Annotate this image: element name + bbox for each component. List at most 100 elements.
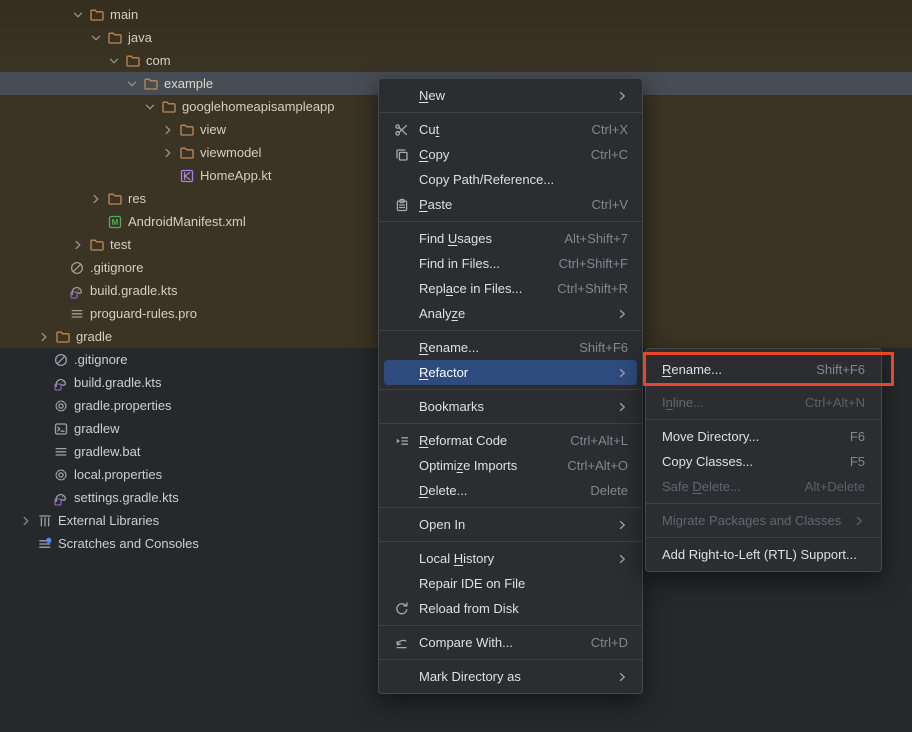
menu-item-label: Rename... [419,340,479,355]
reformat-icon [393,433,411,449]
chevron-right-icon[interactable] [158,145,178,161]
copy-icon [393,147,411,163]
folder-icon [88,237,106,253]
menu-item-open-in[interactable]: Open In [384,512,637,537]
menu-item-reformat-code[interactable]: Reformat CodeCtrl+Alt+L [384,428,637,453]
menu-item-shortcut: Shift+F6 [565,340,628,355]
folder-icon [54,329,72,345]
menu-item-optimize-imports[interactable]: Optimize Imports Ctrl+Alt+O [384,453,637,478]
tree-item-label: main [110,7,138,22]
gradle-icon [52,375,70,391]
tree-item-java[interactable]: java [0,26,912,49]
menu-separator [379,625,642,626]
tree-item-label: Scratches and Consoles [58,536,199,551]
menu-separator [379,389,642,390]
chevron-right-icon[interactable] [158,122,178,138]
menu-item-cut[interactable]: CutCtrl+X [384,117,637,142]
menu-separator [646,537,881,538]
menu-separator [379,221,642,222]
reload-icon [393,601,411,617]
menu-item-rename[interactable]: Rename... Shift+F6 [384,335,637,360]
menu-item-new[interactable]: New [384,83,637,108]
submenu-item-add-right-to-left-rtl-support[interactable]: Add Right-to-Left (RTL) Support... [651,542,876,567]
menu-item-copy-path-reference[interactable]: Copy Path/Reference... [384,167,637,192]
refactor-submenu: Rename...Shift+F6 Inline...Ctrl+Alt+N Move… [645,348,882,572]
menu-item-shortcut: Shift+F6 [802,362,865,377]
submenu-arrow-icon [616,367,628,379]
folder-icon [142,76,160,92]
submenu-arrow-icon [616,671,628,683]
chevron-down-icon[interactable] [122,76,142,92]
menu-icon-spacer [393,399,411,415]
menu-item-label: Copy [419,147,449,162]
folder-icon [106,191,124,207]
menu-item-local-history[interactable]: Local History [384,546,637,571]
chevron-spacer [32,375,52,391]
chevron-spacer [32,490,52,506]
menu-item-shortcut: Ctrl+X [578,122,628,137]
menu-item-shortcut: F6 [836,429,865,444]
menu-item-bookmarks[interactable]: Bookmarks [384,394,637,419]
compare-icon [393,635,411,651]
chevron-down-icon[interactable] [140,99,160,115]
folder-icon [178,145,196,161]
menu-item-label: Find Usages [419,231,492,246]
submenu-item-safe-delete: Safe Delete...Alt+Delete [651,474,876,499]
menu-separator [379,659,642,660]
textfile-icon [68,306,86,322]
menu-item-repair-ide-on-file[interactable]: Repair IDE on File [384,571,637,596]
submenu-item-move-directory[interactable]: Move Directory... F6 [651,424,876,449]
menu-item-replace-in-files[interactable]: Replace in Files...Ctrl+Shift+R [384,276,637,301]
menu-item-label: Reformat Code [419,433,507,448]
menu-item-reload-from-disk[interactable]: Reload from Disk [384,596,637,621]
submenu-arrow-icon [853,515,865,527]
menu-item-label: Optimize Imports [419,458,517,473]
tree-item-label: build.gradle.kts [74,375,161,390]
menu-item-shortcut: F5 [836,454,865,469]
folder-icon [124,53,142,69]
menu-item-find-usages[interactable]: Find UsagesAlt+Shift+7 [384,226,637,251]
menu-item-label: Move Directory... [662,429,759,444]
menu-item-shortcut: Ctrl+Alt+O [553,458,628,473]
submenu-item-rename[interactable]: Rename...Shift+F6 [651,357,876,382]
menu-item-label: Refactor [419,365,468,380]
submenu-arrow-icon [616,401,628,413]
menu-separator [646,419,881,420]
tree-item-label: res [128,191,146,206]
chevron-spacer [158,168,178,184]
submenu-arrow-icon [616,553,628,565]
tree-item-com[interactable]: com [0,49,912,72]
chevron-right-icon[interactable] [16,513,36,529]
menu-item-paste[interactable]: PasteCtrl+V [384,192,637,217]
menu-item-copy[interactable]: CopyCtrl+C [384,142,637,167]
menu-icon-spacer [393,256,411,272]
tree-item-label: build.gradle.kts [90,283,177,298]
chevron-down-icon[interactable] [68,7,88,23]
menu-item-mark-directory-as[interactable]: Mark Directory as [384,664,637,689]
chevron-down-icon[interactable] [104,53,124,69]
menu-item-shortcut: Delete [576,483,628,498]
library-icon [36,513,54,529]
menu-item-analyze[interactable]: Analyze [384,301,637,326]
menu-separator [379,112,642,113]
menu-item-compare-with[interactable]: Compare With...Ctrl+D [384,630,637,655]
menu-item-label: Reload from Disk [419,601,519,616]
chevron-down-icon[interactable] [86,30,106,46]
submenu-item-inline: Inline...Ctrl+Alt+N [651,390,876,415]
menu-item-label: Repair IDE on File [419,576,525,591]
submenu-arrow-icon [616,519,628,531]
menu-item-refactor[interactable]: Refactor [384,360,637,385]
tree-item-label: test [110,237,131,252]
menu-item-find-in-files[interactable]: Find in Files...Ctrl+Shift+F [384,251,637,276]
chevron-right-icon[interactable] [86,191,106,207]
submenu-item-copy-classes[interactable]: Copy Classes...F5 [651,449,876,474]
context-menu: New CutCtrl+XCopyCtrl+CCopy Path/Referenc… [378,78,643,694]
folder-icon [160,99,178,115]
folder-icon [106,30,124,46]
menu-item-delete[interactable]: Delete...Delete [384,478,637,503]
tree-item-main[interactable]: main [0,3,912,26]
menu-item-label: Analyze [419,306,465,321]
chevron-right-icon[interactable] [34,329,54,345]
chevron-right-icon[interactable] [68,237,88,253]
chevron-spacer [16,536,36,552]
